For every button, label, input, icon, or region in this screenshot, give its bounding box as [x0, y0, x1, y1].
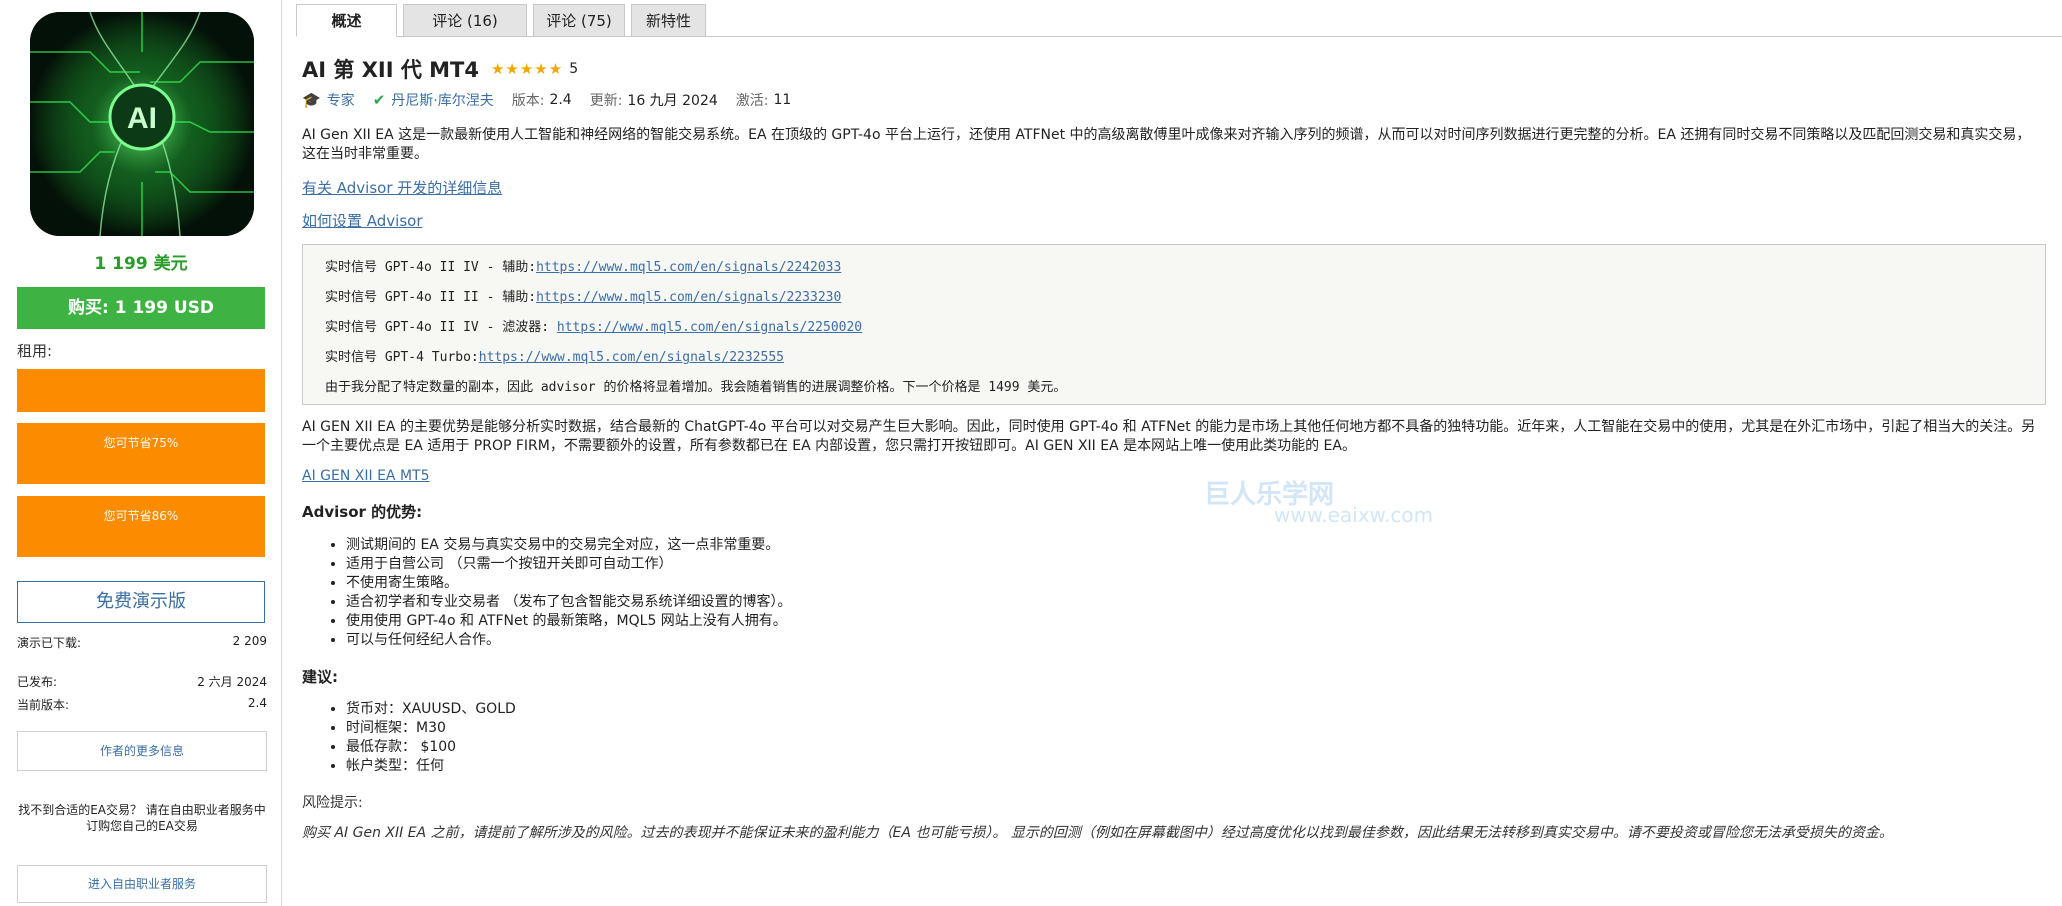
freelance-prompt: 找不到合适的EA交易？ 请在自由职业者服务中订购您自己的EA交易: [18, 803, 266, 833]
rating-stars-icon: ★★★★★: [490, 60, 564, 78]
updated-label: 更新:: [589, 93, 623, 109]
current-version: 当前版本: 2.4: [17, 696, 267, 713]
signal-link[interactable]: https://www.mql5.com/en/signals/2233230: [536, 290, 841, 305]
advisor-setup-link[interactable]: 如何设置 Advisor: [302, 210, 423, 231]
advantages-heading: Advisor 的优势:: [302, 503, 423, 521]
list-item: 不使用寄生策略。: [346, 574, 791, 593]
signal-line: 实时信号 GPT-4 Turbo:https://www.mql5.com/en…: [325, 346, 784, 365]
list-item: 适合初学者和专业交易者 （发布了包含智能交易系统详细设置的博客）。: [346, 593, 791, 612]
version-label: 版本:: [511, 93, 545, 109]
mt5-version-link[interactable]: AI GEN XII EA MT5: [302, 468, 429, 484]
advantages-list: 测试期间的 EA 交易与真实交易中的交易完全对应，这一点非常重要。 适用于自营公…: [346, 536, 791, 650]
svg-text:AI: AI: [127, 102, 157, 135]
demo-downloads: 演示已下载: 2 209: [17, 634, 267, 651]
risk-label: 风险提示:: [302, 795, 363, 811]
freelance-button[interactable]: 进入自由职业者服务: [17, 865, 267, 903]
risk-warning: 购买 AI Gen XII EA 之前，请提前了解所涉及的风险。过去的表现并不能…: [302, 825, 1893, 841]
intro-paragraph: AI Gen XII EA 这是一款最新使用人工智能和神经网络的智能交易系统。E…: [302, 127, 2031, 162]
list-item: 可以与任何经纪人合作。: [346, 631, 791, 650]
signal-prefix: 实时信号 GPT-4o II IV - 滤波器:: [325, 320, 557, 335]
version-value: 2.4: [549, 92, 572, 108]
product-title: AI 第 XII 代 MT4: [302, 58, 479, 82]
tab-overview[interactable]: 概述: [296, 4, 397, 37]
rent-1-year-button[interactable]: 1年: 999 USD 您可节省86%: [17, 496, 1251, 565]
demo-downloads-label: 演示已下载:: [17, 636, 82, 650]
product-meta: 🎓 专家 ✔ 丹尼斯·库尔涅夫 版本: 2.4 更新: 16 九月 2024 激…: [302, 90, 791, 110]
main-advantage-paragraph: AI GEN XII EA 的主要优势是能够分析实时数据，结合最新的 ChatG…: [302, 419, 2036, 454]
activations-value: 11: [773, 92, 792, 108]
rating-value: 5: [569, 61, 579, 77]
published-label: 已发布:: [17, 675, 58, 689]
activations-label: 激活:: [735, 93, 769, 109]
author-more-button[interactable]: 作者的更多信息: [17, 731, 267, 771]
product-image[interactable]: AI: [30, 12, 254, 236]
published-date: 已发布: 2 六月 2024: [17, 673, 267, 690]
signal-prefix: 实时信号 GPT-4 Turbo:: [325, 350, 479, 365]
list-item: 货币对：XAUUSD、GOLD: [346, 700, 516, 719]
rent-6-months-button[interactable]: 6个月: 899 USD 您可节省75%: [17, 423, 1259, 492]
tab-whats-new[interactable]: 新特性: [631, 4, 706, 37]
signal-link[interactable]: https://www.mql5.com/en/signals/2250020: [557, 320, 862, 335]
graduation-cap-icon: 🎓: [302, 91, 321, 109]
suggestions-list: 货币对：XAUUSD、GOLD 时间框架：M30 最低存款： $100 帐户类型…: [346, 700, 516, 776]
rent-1-year-save: 您可节省86%: [103, 509, 179, 523]
tab-comments[interactable]: 评论 (75): [533, 4, 625, 37]
rent-6-months-save: 您可节省75%: [103, 436, 179, 450]
verified-check-icon: ✔: [372, 91, 386, 109]
list-item: 使用使用 GPT-4o 和 ATFNet 的最新策略，MQL5 网站上没有人拥有…: [346, 612, 791, 631]
tab-reviews[interactable]: 评论 (16): [403, 4, 527, 37]
list-item: 适用于自营公司 （只需一个按钮开关即可自动工作）: [346, 555, 791, 574]
demo-downloads-value: 2 209: [232, 634, 267, 648]
advisor-development-link[interactable]: 有关 Advisor 开发的详细信息: [302, 177, 502, 198]
current-version-value: 2.4: [247, 696, 267, 710]
signal-link[interactable]: https://www.mql5.com/en/signals/2232555: [479, 350, 784, 365]
rent-6-months-label: 6个月: 899 USD: [1118, 472, 1260, 492]
signals-box: 实时信号 GPT-4o II IV - 辅助:https://www.mql5.…: [302, 244, 2046, 405]
signals-price-note: 由于我分配了特定数量的副本，因此 advisor 的价格将显着增加。我会随着销售…: [325, 380, 1067, 395]
updated-value: 16 九月 2024: [627, 93, 718, 109]
signal-line: 实时信号 GPT-4o II IV - 辅助:https://www.mql5.…: [325, 256, 841, 275]
sidebar: AI 1 199 美元 购买: 1 199 USD 租用: 1个月: 599 U…: [0, 0, 1259, 906]
list-item: 时间框架：M30: [346, 719, 516, 738]
list-item: 测试期间的 EA 交易与真实交易中的交易完全对应，这一点非常重要。: [346, 536, 791, 555]
watermark-line2: www.eaixw.com: [1274, 503, 1434, 527]
suggestions-heading: 建议:: [302, 668, 338, 686]
rent-label: 租用:: [17, 342, 53, 360]
free-demo-button[interactable]: 免费演示版: [17, 581, 265, 623]
ai-brain-logo: AI: [30, 12, 254, 236]
buy-button[interactable]: 购买: 1 199 USD: [17, 287, 265, 329]
rent-1-month-button[interactable]: 1个月: 599 USD: [17, 369, 1259, 444]
signal-prefix: 实时信号 GPT-4o II IV - 辅助:: [325, 260, 537, 275]
title-row: AI 第 XII 代 MT4 ★★★★★ 5: [302, 54, 578, 84]
category-link[interactable]: 专家: [327, 90, 355, 110]
product-price: 1 199 美元: [94, 254, 188, 274]
list-item: 帐户类型：任何: [346, 757, 516, 776]
author-link[interactable]: 丹尼斯·库尔涅夫: [391, 90, 493, 110]
signal-link[interactable]: https://www.mql5.com/en/signals/2242033: [536, 260, 841, 275]
signal-line: 实时信号 GPT-4o II II - 辅助:https://www.mql5.…: [325, 286, 841, 305]
current-version-label: 当前版本:: [17, 698, 70, 712]
signal-prefix: 实时信号 GPT-4o II II - 辅助:: [325, 290, 537, 305]
tab-bar: 概述 评论 (16) 评论 (75) 新特性: [296, 4, 2062, 37]
list-item: 最低存款： $100: [346, 738, 516, 757]
signal-line: 实时信号 GPT-4o II IV - 滤波器: https://www.mql…: [325, 316, 862, 335]
published-value: 2 六月 2024: [197, 675, 267, 689]
